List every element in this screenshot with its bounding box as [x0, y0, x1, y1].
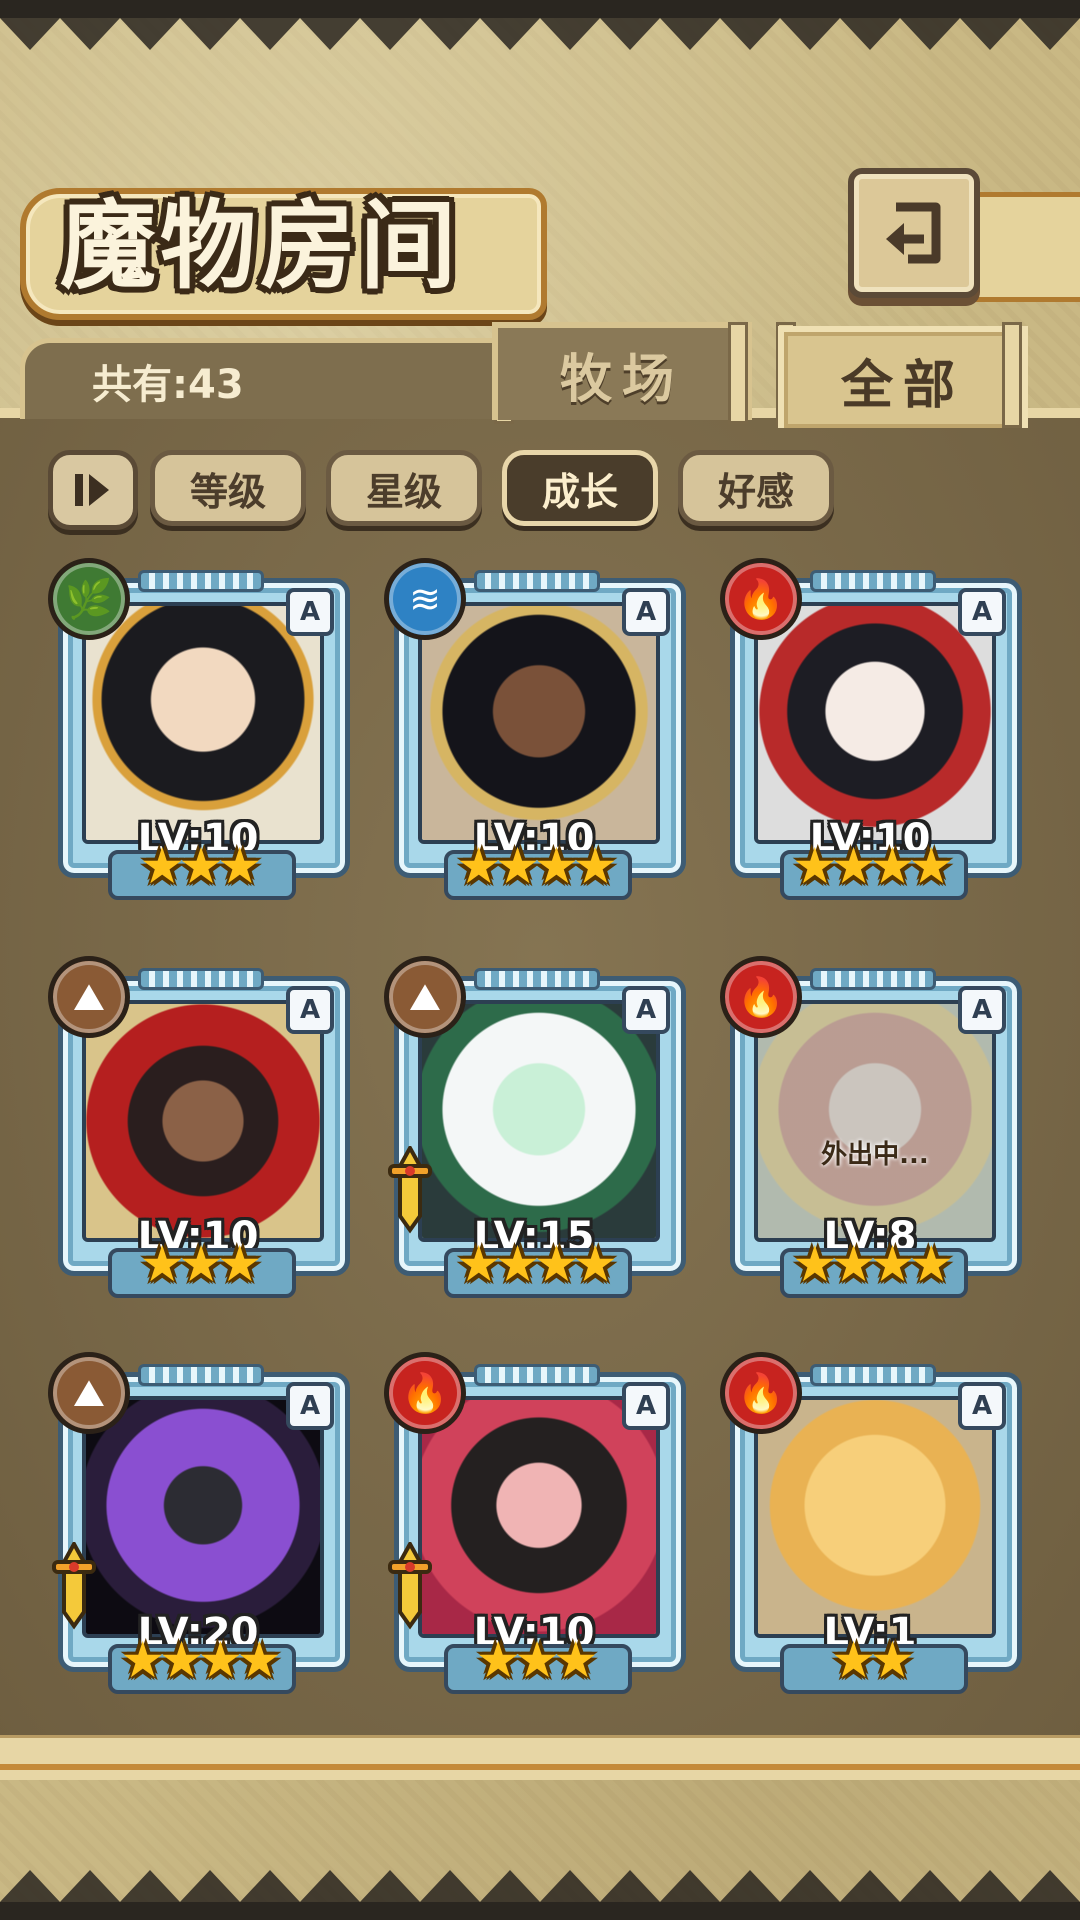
tab-ranch[interactable]: 牧场	[492, 322, 752, 420]
bottom-zigzag-border	[0, 1870, 1080, 1920]
back-button[interactable]	[848, 168, 980, 298]
rarity-badge: A	[286, 1382, 334, 1430]
nature-element-icon: 🌿	[48, 558, 130, 640]
monster-card[interactable]: A 🔥 LV:10 ★★★★	[720, 558, 1022, 900]
away-status: 外出中...	[821, 1140, 929, 1170]
monster-portrait	[418, 1000, 660, 1242]
monster-portrait	[82, 602, 324, 844]
star-rating: ★★★★	[792, 1235, 953, 1293]
fire-element-icon: 🔥	[720, 956, 802, 1038]
card-top-decoration	[138, 1364, 264, 1386]
monster-card[interactable]: A ⛰ LV:20 ★★★★	[48, 1352, 350, 1694]
card-top-decoration	[810, 1364, 936, 1386]
monster-card[interactable]: A ≋ LV:10 ★★★★	[384, 558, 686, 900]
star-rating: ★★★	[139, 837, 262, 895]
rarity-badge: A	[286, 588, 334, 636]
monster-card[interactable]: A ⛰ LV:10 ★★★	[48, 956, 350, 1298]
star-rating: ★★★	[139, 1235, 262, 1293]
rarity-badge: A	[622, 588, 670, 636]
earth-element-icon: ⛰	[48, 1352, 130, 1434]
back-arrow-icon	[886, 202, 941, 264]
water-element-icon: ≋	[384, 558, 466, 640]
card-top-decoration	[474, 570, 600, 592]
sort-star-button[interactable]: 星级	[326, 450, 482, 526]
star-rating: ★★★★	[792, 837, 953, 895]
card-top-decoration	[138, 968, 264, 990]
star-rating: ★★★★	[120, 1631, 281, 1689]
rarity-badge: A	[622, 1382, 670, 1430]
monster-card[interactable]: A 🌿 LV:10 ★★★	[48, 558, 350, 900]
monster-count: 共有:43	[92, 362, 244, 408]
monster-portrait	[82, 1396, 324, 1638]
panel-bottom-bar	[0, 1735, 1080, 1770]
monster-portrait: 外出中...	[754, 1000, 996, 1242]
rarity-badge: A	[622, 986, 670, 1034]
monster-portrait	[418, 602, 660, 844]
monster-card[interactable]: A ⛰ LV:15 ★★★★	[384, 956, 686, 1298]
rarity-badge: A	[958, 588, 1006, 636]
monster-portrait	[754, 602, 996, 844]
star-rating: ★★★★	[456, 1235, 617, 1293]
top-zigzag-border	[0, 0, 1080, 50]
rarity-badge: A	[958, 1382, 1006, 1430]
monster-card[interactable]: A 🔥 LV:10 ★★★	[384, 1352, 686, 1694]
earth-element-icon: ⛰	[384, 956, 466, 1038]
tab-post	[1002, 322, 1022, 428]
sort-direction-icon	[75, 474, 109, 506]
rarity-badge: A	[286, 986, 334, 1034]
star-rating: ★★	[831, 1631, 915, 1689]
card-top-decoration	[810, 968, 936, 990]
earth-element-icon: ⛰	[48, 956, 130, 1038]
fire-element-icon: 🔥	[720, 558, 802, 640]
star-rating: ★★★	[475, 1631, 598, 1689]
monster-card[interactable]: A 🔥 LV:1 ★★	[720, 1352, 1022, 1694]
page-title: 魔物房间	[60, 189, 460, 302]
star-rating: ★★★★	[456, 837, 617, 895]
sort-level-button[interactable]: 等级	[150, 450, 306, 526]
card-top-decoration	[810, 570, 936, 592]
tab-all[interactable]: 全部	[778, 326, 1028, 428]
card-top-decoration	[138, 570, 264, 592]
monster-portrait	[82, 1000, 324, 1242]
sort-affection-button[interactable]: 好感	[678, 450, 834, 526]
rarity-badge: A	[958, 986, 1006, 1034]
monster-portrait	[754, 1396, 996, 1638]
fire-element-icon: 🔥	[384, 1352, 466, 1434]
monster-portrait	[418, 1396, 660, 1638]
card-top-decoration	[474, 1364, 600, 1386]
sort-order-toggle[interactable]	[48, 450, 138, 530]
monster-card[interactable]: 外出中... A 🔥 LV:8 ★★★★	[720, 956, 1022, 1298]
sort-growth-button[interactable]: 成长	[502, 450, 658, 526]
tab-post	[728, 322, 748, 424]
card-top-decoration	[474, 968, 600, 990]
fire-element-icon: 🔥	[720, 1352, 802, 1434]
